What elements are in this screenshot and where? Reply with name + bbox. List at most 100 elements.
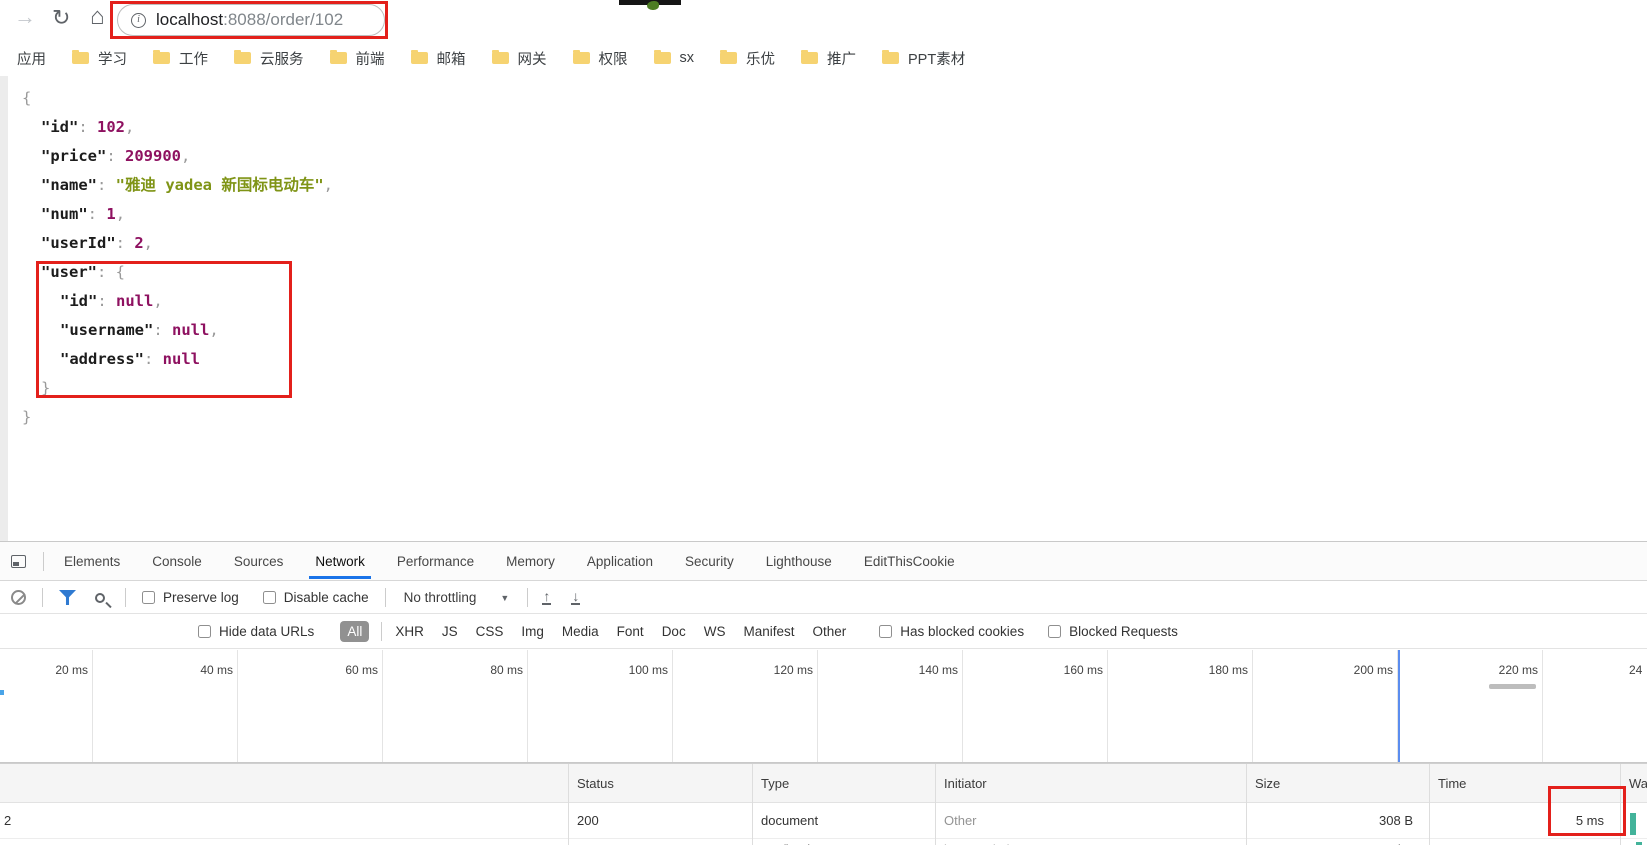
json-token: , [323,176,334,194]
bookmark-item[interactable]: 乐优 [708,48,789,69]
filter-type-other[interactable]: Other [812,624,846,639]
bookmark-item[interactable]: 前端 [318,48,399,69]
json-token: , [143,234,154,252]
bookmark-item[interactable]: 云服务 [222,48,318,69]
bookmark-item[interactable]: 邮箱 [399,48,480,69]
filter-type-css[interactable]: CSS [476,624,504,639]
filter-type-media[interactable]: Media [562,624,599,639]
column-header-time[interactable]: Time [1438,764,1466,803]
bookmark-item[interactable]: 应用 [5,48,60,69]
json-line: "user": { [22,258,333,287]
tab-security[interactable]: Security [669,544,750,579]
json-token: , [115,205,126,223]
home-icon[interactable]: ⌂ [90,3,105,31]
column-header-wa[interactable]: Wa [1629,764,1647,803]
filter-type-doc[interactable]: Doc [662,624,686,639]
reload-icon[interactable]: ↻ [52,5,70,31]
address-bar[interactable]: i localhost:8088/order/102 [117,4,385,36]
json-token: 1 [106,205,116,223]
network-filters-row: Hide data URLs All XHR JS CSS Img Media Font D… [0,614,1647,649]
filter-type-manifest[interactable]: Manifest [743,624,794,639]
clear-icon[interactable] [11,590,26,605]
filter-type-js[interactable]: JS [442,624,458,639]
tab-editthiscookie[interactable]: EditThisCookie [848,544,971,579]
json-response: {"id": 102, "price": 209900, "name": "雅迪 y… [22,84,333,432]
filter-all-chip[interactable]: All [340,620,370,642]
export-har-icon[interactable]: ↓ [571,589,581,605]
folder-icon [72,50,89,64]
json-token: : [97,292,116,310]
bookmark-item[interactable]: 工作 [141,48,222,69]
tab-performance[interactable]: Performance [381,544,490,579]
table-row[interactable]: 2 200 document Other 308 B 5 ms [0,803,1647,839]
hide-data-urls-label: Hide data URLs [219,623,315,639]
checkbox[interactable] [142,591,155,604]
throttling-dropdown[interactable]: No throttling ▼ [404,590,510,605]
filter-type-font[interactable]: Font [617,624,644,639]
network-overview-timeline[interactable]: 24 20 ms 40 ms 60 ms 80 ms 100 ms 120 ms 140 m… [0,650,1647,763]
checkbox[interactable] [262,591,276,604]
json-token: : [78,118,97,136]
filter-type-xhr[interactable]: XHR [395,624,424,639]
timeline-scrollbar-handle[interactable] [1489,684,1536,689]
column-header-status[interactable]: Status [577,764,614,803]
filter-icon[interactable] [59,590,76,605]
import-har-icon[interactable]: ↑ [542,589,552,605]
has-blocked-cookies-checkbox[interactable]: Has blocked cookies [879,624,1024,639]
hide-data-urls-checkbox[interactable]: Hide data URLs [198,624,314,639]
column-divider [752,764,753,845]
filter-type-img[interactable]: Img [521,624,544,639]
timeline-tick-label: 140 ms [918,663,958,677]
search-icon[interactable] [95,592,105,603]
checkbox[interactable] [198,624,211,638]
table-header-row: Status Type Initiator Size Time Wa [0,764,1647,803]
filter-type-ws[interactable]: WS [704,624,726,639]
bookmark-item[interactable]: sx [642,50,709,66]
disable-cache-checkbox[interactable]: Disable cache [262,590,369,605]
tab-elements[interactable]: Elements [48,544,136,579]
json-line: } [22,403,333,432]
checkbox[interactable] [1048,624,1062,638]
devtools-tabbar: Elements Console Sources Network Performance… [0,541,1647,581]
blocked-requests-checkbox[interactable]: Blocked Requests [1048,624,1178,639]
tab-sources[interactable]: Sources [218,544,300,579]
table-row[interactable]: 200text/htmljquery.min.js:70.4 kB6 ms [0,839,1647,845]
json-token: null [162,350,200,368]
forward-icon[interactable]: → [14,4,36,30]
timeline-tick-label: 100 ms [628,663,668,677]
preserve-log-checkbox[interactable]: Preserve log [142,590,239,605]
bookmark-item[interactable]: 学习 [60,48,141,69]
tab-network[interactable]: Network [299,544,381,579]
page-info-icon[interactable]: i [131,12,146,28]
tab-application[interactable]: Application [571,544,669,579]
cell-size: 308 B [1379,813,1413,828]
json-token: { [115,263,126,281]
column-header-type[interactable]: Type [761,764,789,803]
bookmark-item[interactable]: 权限 [561,48,642,69]
bookmark-item[interactable]: 推广 [789,48,870,69]
tab-lighthouse[interactable]: Lighthouse [750,544,848,579]
chevron-down-icon: ▼ [500,592,510,603]
dock-side-icon[interactable] [11,554,26,568]
timeline-tick-label: 220 ms [1498,663,1538,677]
timeline-tick-label: 80 ms [490,663,523,677]
json-line: "address": null [22,345,333,374]
json-token: "username" [60,321,154,339]
folder-icon [153,50,170,64]
bookmark-label: PPT素材 [908,51,966,68]
column-header-initiator[interactable]: Initiator [944,764,987,803]
separator [125,588,126,607]
json-token: "user" [41,263,97,281]
cursor-artifact [647,1,659,10]
tab-memory[interactable]: Memory [490,544,571,579]
json-line: "num": 1, [22,200,333,229]
column-header-size[interactable]: Size [1255,764,1280,803]
tab-console[interactable]: Console [136,544,218,579]
checkbox[interactable] [879,624,893,638]
bookmark-item[interactable]: 网关 [480,48,561,69]
column-divider [1246,764,1247,845]
bookmark-item[interactable]: PPT素材 [870,48,979,69]
json-token: : [106,147,125,165]
bookmark-label: 权限 [598,51,628,68]
json-token: 2 [134,234,144,252]
